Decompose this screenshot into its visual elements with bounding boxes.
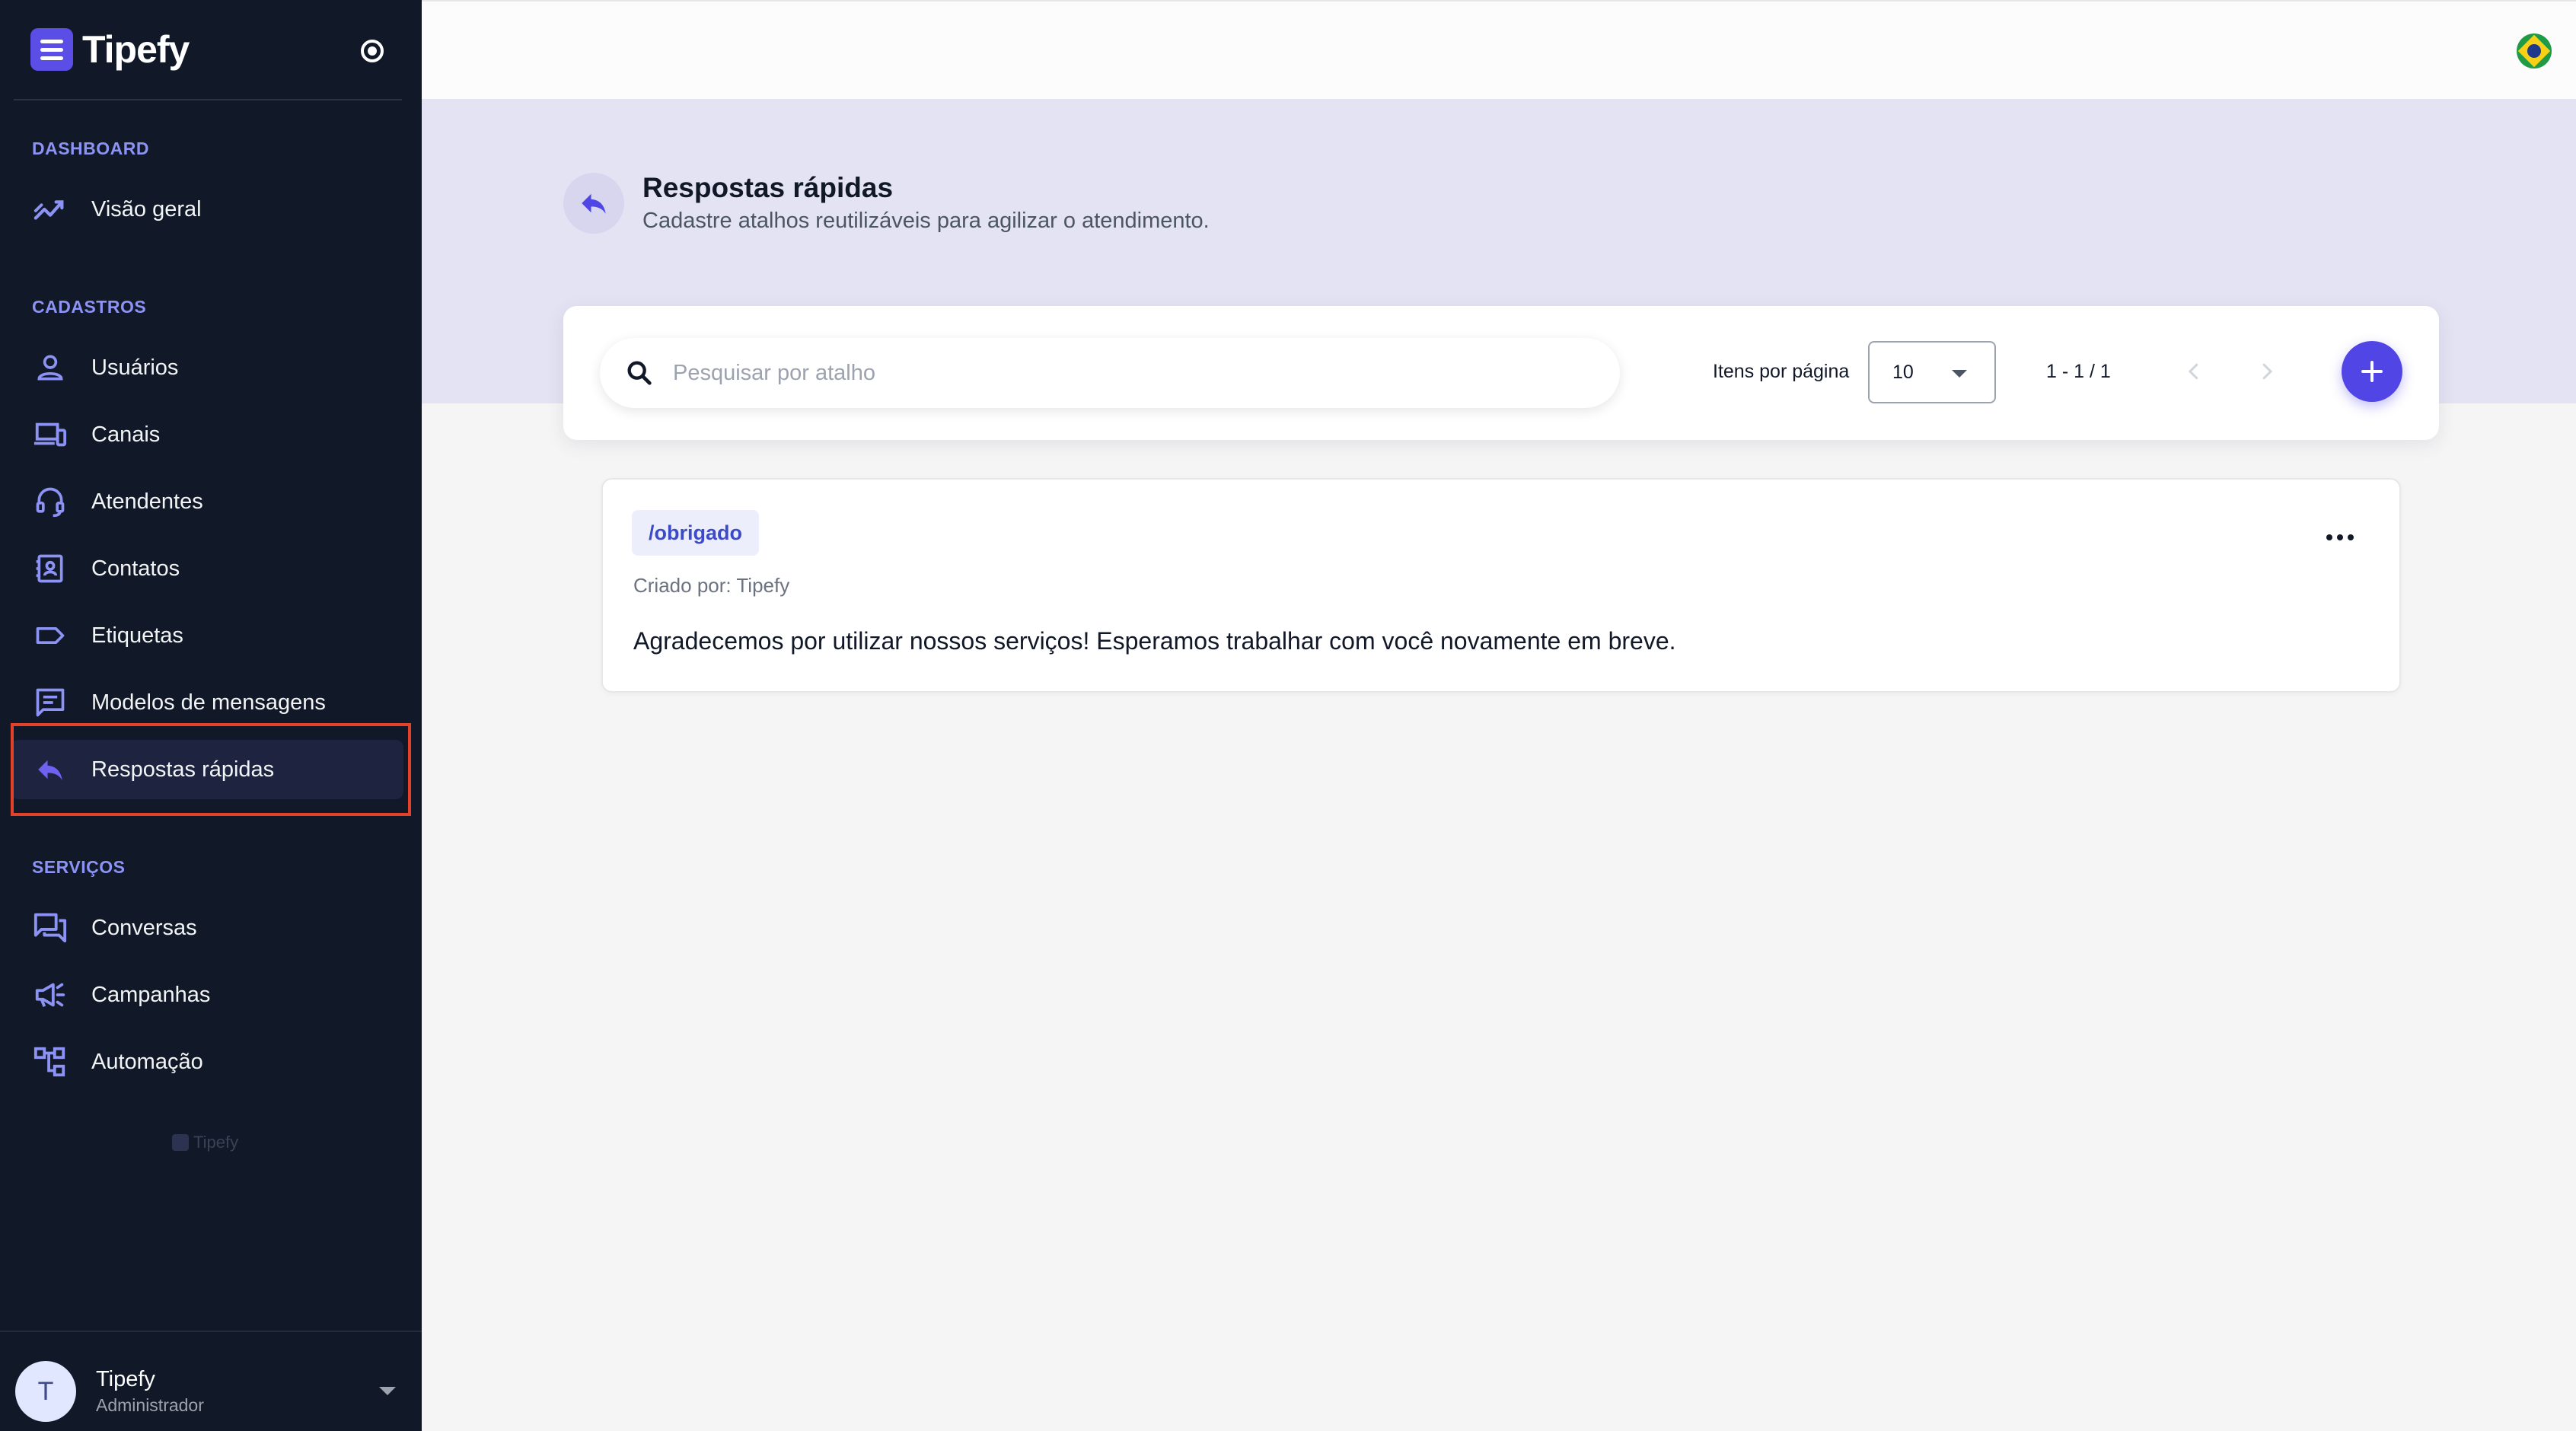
sidebar-item-conversas[interactable]: Conversas xyxy=(11,898,403,958)
sidebar-item-label: Visão geral xyxy=(91,196,202,222)
logo-icon xyxy=(30,28,73,71)
chevron-left-icon xyxy=(2188,363,2198,380)
top-bar xyxy=(422,0,2576,99)
sidebar-divider xyxy=(14,99,402,100)
quick-reply-card: /obrigado Criado por: Tipefy Agradecemos… xyxy=(601,478,2401,693)
add-reply-button[interactable] xyxy=(2342,341,2402,402)
logo-mini-icon xyxy=(172,1134,189,1151)
sidebar-item-label: Conversas xyxy=(91,915,197,940)
chat-bubbles-icon xyxy=(30,908,70,948)
sidebar-watermark: Tipefy xyxy=(172,1133,238,1152)
sidebar-item-respostas-rapidas[interactable]: Respostas rápidas xyxy=(11,740,403,799)
page-title: Respostas rápidas xyxy=(642,172,894,203)
previous-page-button[interactable] xyxy=(2171,349,2217,394)
label-tag-icon xyxy=(30,616,70,655)
chevron-right-icon xyxy=(2262,363,2273,380)
items-per-page-select[interactable]: 10 xyxy=(1868,341,1996,403)
sidebar-item-label: Etiquetas xyxy=(91,623,183,648)
user-info: Tipefy Administrador xyxy=(96,1367,204,1416)
sidebar-item-etiquetas[interactable]: Etiquetas xyxy=(11,606,403,665)
page-subtitle: Cadastre atalhos reutilizáveis para agil… xyxy=(642,209,1210,233)
sidebar-item-label: Campanhas xyxy=(91,982,211,1007)
avatar: T xyxy=(15,1361,76,1422)
message-template-icon xyxy=(30,683,70,722)
sidebar-item-label: Atendentes xyxy=(91,489,203,514)
trending-up-icon xyxy=(30,190,70,229)
search-input[interactable] xyxy=(673,360,1548,386)
reply-icon xyxy=(563,172,624,234)
next-page-button[interactable] xyxy=(2244,349,2290,394)
page-header: Respostas rápidas Cadastre atalhos reuti… xyxy=(563,172,1210,234)
sidebar-item-label: Usuários xyxy=(91,355,179,380)
shortcut-chip: /obrigado xyxy=(632,510,759,556)
user-role: Administrador xyxy=(96,1395,204,1415)
search-box xyxy=(600,338,1620,408)
sidebar-item-modelos-de-mensagens[interactable]: Modelos de mensagens xyxy=(11,673,403,732)
sidebar-footer-divider xyxy=(0,1331,422,1332)
user-menu[interactable]: T Tipefy Administrador xyxy=(15,1361,406,1422)
sidebar-item-atendentes[interactable]: Atendentes xyxy=(11,472,403,531)
brazil-flag-icon[interactable] xyxy=(2517,33,2552,69)
sidebar-item-label: Automação xyxy=(91,1049,203,1074)
devices-icon xyxy=(30,415,70,454)
sidebar-item-usuarios[interactable]: Usuários xyxy=(11,338,403,397)
pagination-range: 1 - 1 / 1 xyxy=(2046,361,2111,382)
items-per-page-label: Itens por página xyxy=(1713,361,1850,382)
created-by: Criado por: Tipefy xyxy=(633,574,790,597)
headset-icon xyxy=(30,482,70,521)
sidebar-item-label: Contatos xyxy=(91,556,180,581)
plus-icon xyxy=(2361,361,2383,382)
section-dashboard: DASHBOARD xyxy=(32,139,149,158)
toolbar-card: Itens por página 10 1 - 1 / 1 xyxy=(563,306,2439,440)
section-servicos: SERVIÇOS xyxy=(32,857,126,877)
megaphone-icon xyxy=(30,975,70,1015)
section-cadastros: CADASTROS xyxy=(32,297,147,317)
sidebar-item-canais[interactable]: Canais xyxy=(11,405,403,464)
search-icon xyxy=(623,356,656,390)
chevron-down-icon xyxy=(1952,370,1967,378)
chevron-down-icon[interactable] xyxy=(379,1387,396,1395)
reply-icon xyxy=(30,750,70,789)
sidebar-item-visao-geral[interactable]: Visão geral xyxy=(11,180,403,239)
sidebar-item-contatos[interactable]: Contatos xyxy=(11,539,403,598)
more-options-icon[interactable] xyxy=(2326,534,2354,540)
contact-card-icon xyxy=(30,549,70,588)
app-name: Tipefy xyxy=(82,28,190,71)
flow-icon xyxy=(30,1042,70,1082)
user-name: Tipefy xyxy=(96,1367,155,1391)
sidebar-item-automacao[interactable]: Automação xyxy=(11,1032,403,1092)
sidebar-item-label: Respostas rápidas xyxy=(91,757,275,782)
watermark-text: Tipefy xyxy=(193,1133,239,1152)
sidebar: Tipefy DASHBOARD Visão geral CADASTROS U… xyxy=(0,0,422,1431)
theme-toggle-icon[interactable] xyxy=(361,40,384,62)
app-logo[interactable]: Tipefy xyxy=(30,27,190,72)
person-icon xyxy=(30,348,70,387)
sidebar-item-campanhas[interactable]: Campanhas xyxy=(11,965,403,1025)
items-per-page-value: 10 xyxy=(1892,361,1914,383)
reply-message: Agradecemos por utilizar nossos serviços… xyxy=(633,627,1676,655)
sidebar-item-label: Canais xyxy=(91,422,161,447)
sidebar-item-label: Modelos de mensagens xyxy=(91,690,326,715)
